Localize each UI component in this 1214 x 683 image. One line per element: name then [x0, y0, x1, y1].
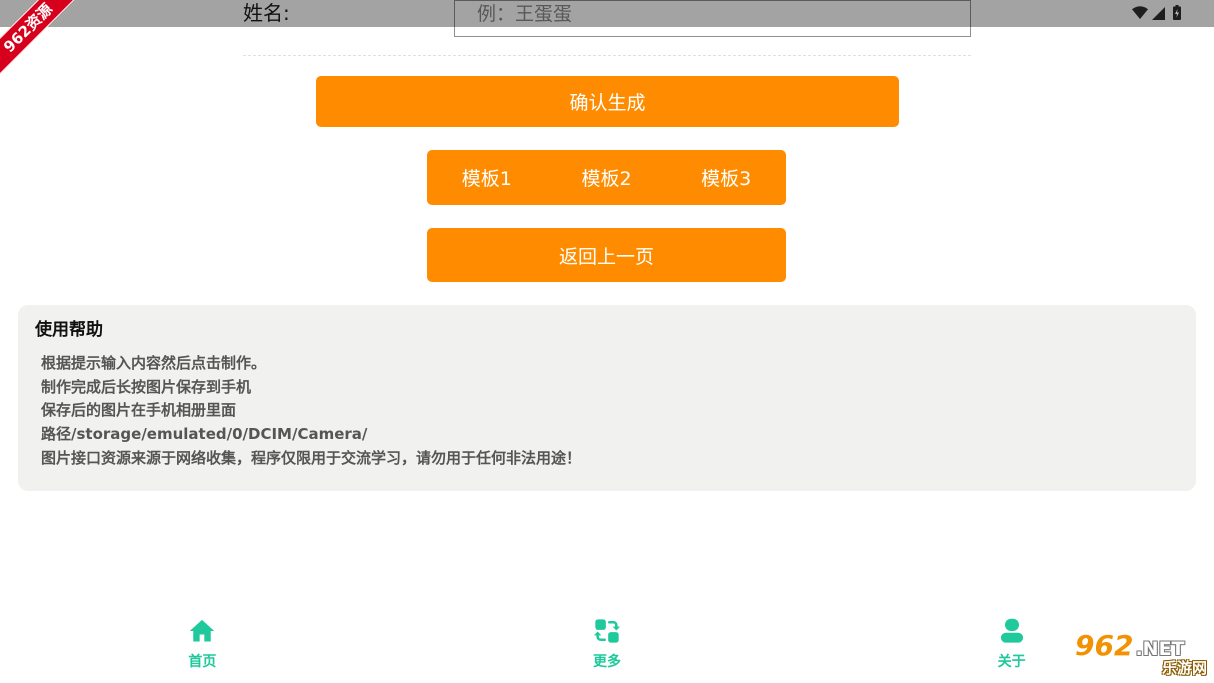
nav-label-more: 更多	[593, 654, 621, 670]
form-divider	[243, 55, 971, 56]
help-title: 使用帮助	[35, 320, 103, 340]
name-label: 姓名:	[243, 1, 290, 25]
help-line: 制作完成后长按图片保存到手机	[41, 377, 252, 396]
name-form-row: 姓名:	[0, 0, 1214, 40]
more-icon	[593, 619, 621, 643]
nav-item-home[interactable]: 首页	[0, 608, 405, 678]
help-card: 使用帮助 根据提示输入内容然后点击制作。 制作完成后长按图片保存到手机 保存后的…	[18, 305, 1196, 491]
bottom-nav: 首页 更多 关于	[0, 608, 1214, 678]
help-line: 图片接口资源来源于网络收集，程序仅限用于交流学习，请勿用于任何非法用途！	[41, 448, 582, 467]
template-tab-2[interactable]: 模板2	[547, 150, 667, 205]
confirm-generate-button[interactable]: 确认生成	[316, 76, 899, 127]
help-text: 根据提示输入内容然后点击制作。 制作完成后长按图片保存到手机 保存后的图片在手机…	[41, 352, 581, 471]
nav-label-about: 关于	[997, 654, 1026, 670]
template-tab-1[interactable]: 模板1	[427, 150, 547, 205]
nav-item-about[interactable]: 关于	[809, 608, 1214, 678]
home-icon	[190, 619, 215, 642]
nav-item-more[interactable]: 更多	[405, 608, 810, 678]
name-input[interactable]	[454, 0, 971, 37]
template-tab-3[interactable]: 模板3	[666, 150, 786, 205]
help-line: 根据提示输入内容然后点击制作。	[41, 354, 267, 372]
help-line: 路径/storage/emulated/0/DCIM/Camera/	[41, 425, 368, 444]
nav-label-home: 首页	[188, 654, 217, 670]
template-tabs: 模板1 模板2 模板3	[427, 150, 786, 205]
help-line: 保存后的图片在手机相册里面	[41, 401, 237, 420]
user-icon	[1000, 618, 1023, 643]
back-button[interactable]: 返回上一页	[427, 228, 786, 282]
